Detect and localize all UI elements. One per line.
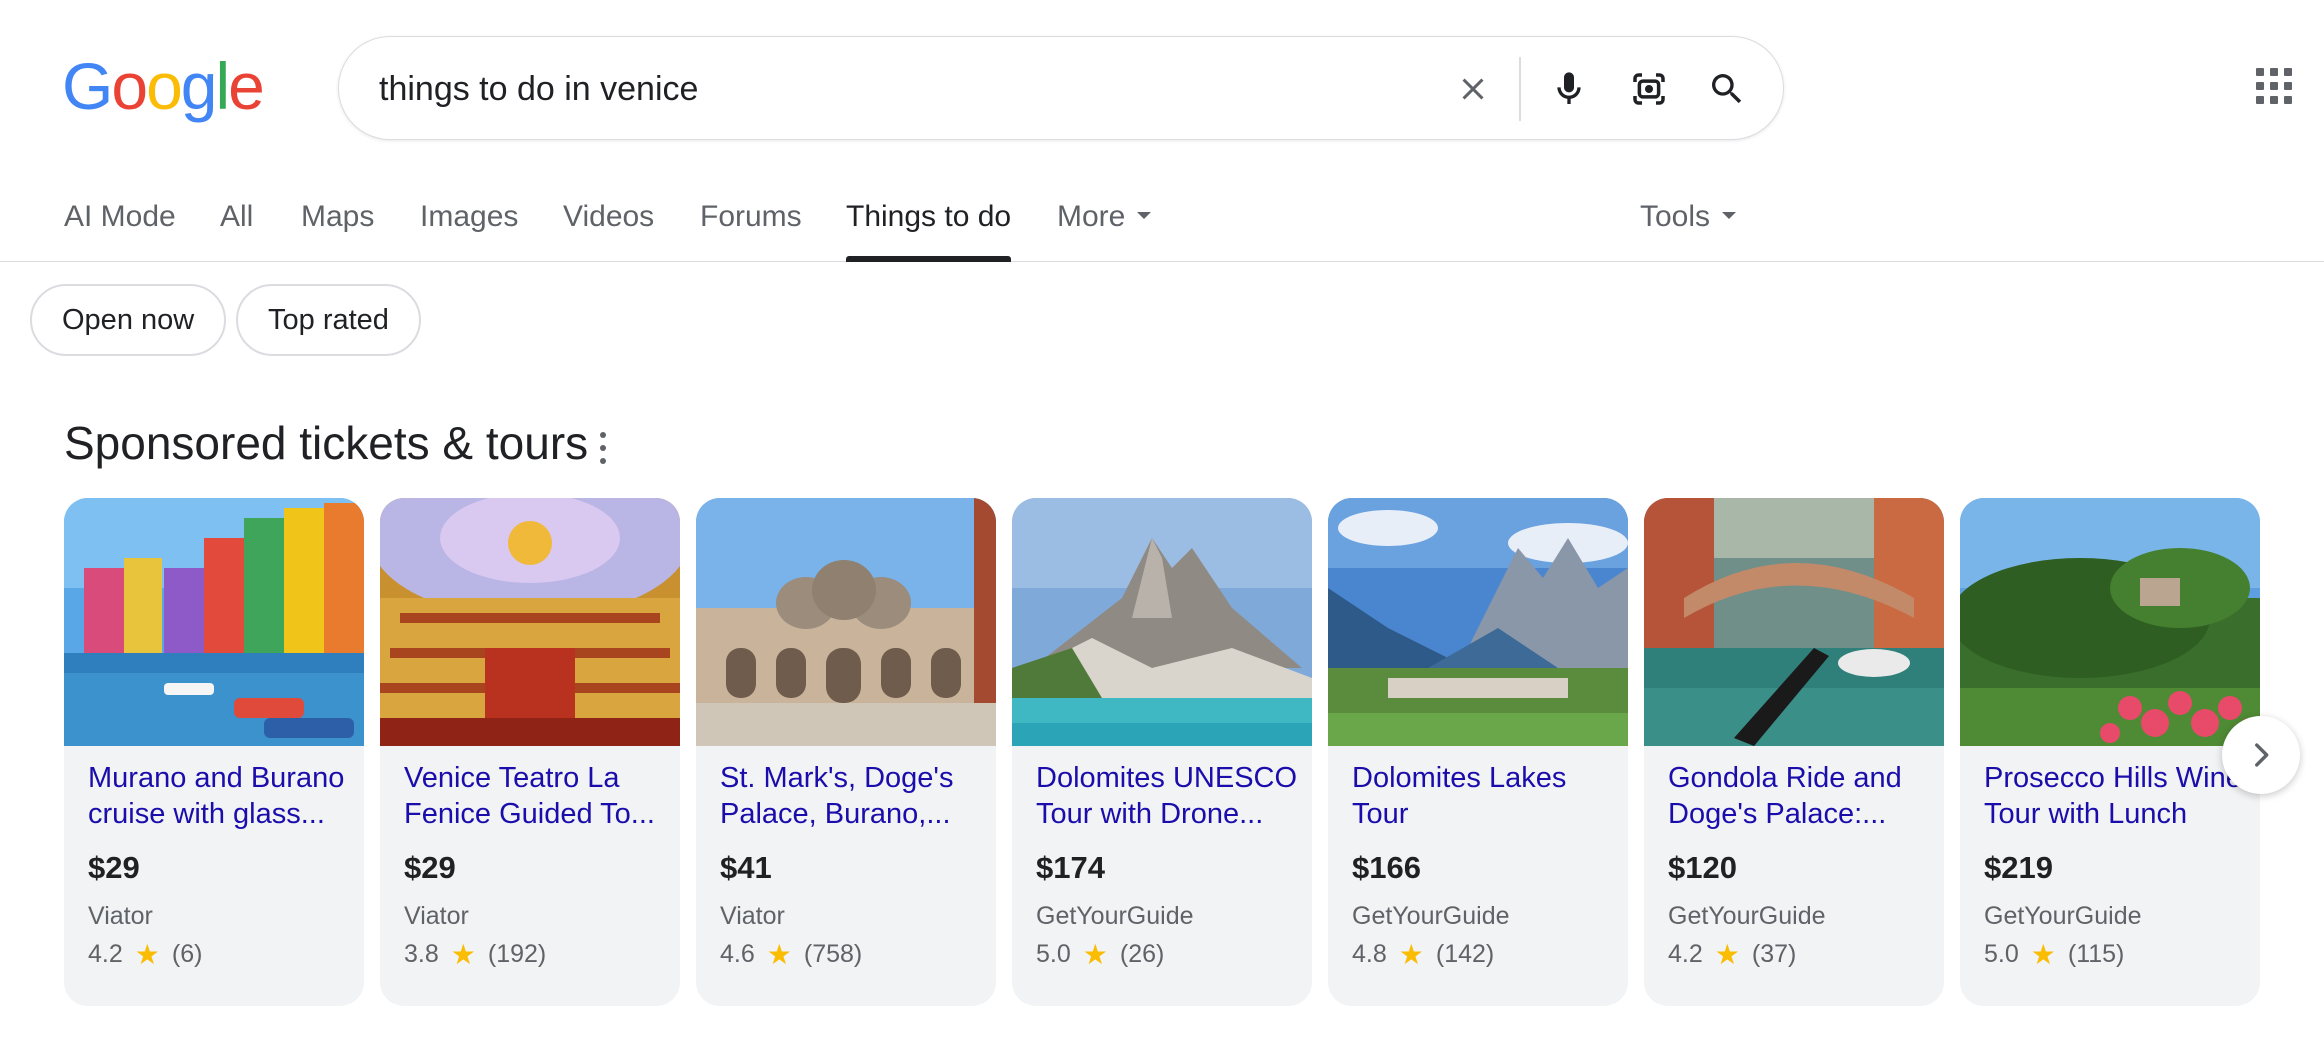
search-icon[interactable] xyxy=(1701,63,1753,115)
rating-value: 4.2 xyxy=(88,940,123,968)
tour-card-title[interactable]: Prosecco Hills Wine Tour with Lunch xyxy=(1984,760,2250,832)
tour-card-image xyxy=(1328,498,1628,746)
tour-card[interactable]: Gondola Ride and Doge's Palace:... $120 … xyxy=(1644,498,1944,1006)
tour-card-image xyxy=(380,498,680,746)
tour-card-title[interactable]: Venice Teatro La Fenice Guided To... xyxy=(404,760,670,832)
tour-card[interactable]: Prosecco Hills Wine Tour with Lunch $219… xyxy=(1960,498,2260,1006)
tab-videos[interactable]: Videos xyxy=(563,198,654,248)
lens-icon[interactable] xyxy=(1623,63,1675,115)
tour-card-source: GetYourGuide xyxy=(1668,902,1826,930)
tour-card[interactable]: Dolomites UNESCO Tour with Drone... $174… xyxy=(1012,498,1312,1006)
review-count: (37) xyxy=(1751,940,1797,968)
chip-open-now[interactable]: Open now xyxy=(30,284,227,356)
tour-card-price: $219 xyxy=(1984,850,2053,885)
logo-letter: e xyxy=(228,49,265,123)
tour-card-title[interactable]: Murano and Burano cruise with glass... xyxy=(88,760,354,832)
review-count: (758) xyxy=(803,940,863,968)
tab-images[interactable]: Images xyxy=(420,198,518,248)
tab-maps[interactable]: Maps xyxy=(301,198,374,248)
tour-card-image xyxy=(1960,498,2260,746)
chevron-right-icon xyxy=(2255,743,2269,767)
search-input[interactable]: things to do in venice xyxy=(379,37,698,141)
caret-down-icon xyxy=(1722,211,1737,219)
rating-value: 3.8 xyxy=(404,940,439,968)
tour-card-rating: 4.2 ★ (37) xyxy=(1668,940,1796,969)
tour-card-price: $41 xyxy=(720,850,772,885)
tour-card-title[interactable]: Dolomites UNESCO Tour with Drone... xyxy=(1036,760,1302,832)
review-count: (6) xyxy=(171,940,203,968)
rating-value: 4.2 xyxy=(1668,940,1703,968)
star-icon: ★ xyxy=(766,938,792,970)
tab-ai-mode[interactable]: AI Mode xyxy=(64,198,176,248)
carousel-next-button[interactable] xyxy=(2222,716,2300,794)
star-icon: ★ xyxy=(1398,938,1424,970)
logo-letter: o xyxy=(146,49,183,123)
tour-card-source: GetYourGuide xyxy=(1984,902,2142,930)
tour-card-title[interactable]: St. Mark's, Doge's Palace, Burano,... xyxy=(720,760,986,832)
tour-card-rating: 4.2 ★ (6) xyxy=(88,940,202,969)
logo-letter: g xyxy=(180,49,218,123)
tour-card-image xyxy=(696,498,996,746)
tour-card-price: $29 xyxy=(88,850,140,885)
tour-card-image xyxy=(1012,498,1312,746)
close-icon[interactable] xyxy=(1447,63,1499,115)
tour-card-image xyxy=(64,498,364,746)
tour-card-title[interactable]: Gondola Ride and Doge's Palace:... xyxy=(1668,760,1934,832)
tools-button[interactable]: Tools xyxy=(1640,198,1737,248)
search-tabs: AI Mode All Maps Images Videos Forums Th… xyxy=(0,180,2324,262)
tour-card-source: Viator xyxy=(404,902,469,930)
star-icon: ★ xyxy=(1714,938,1740,970)
star-icon: ★ xyxy=(1082,938,1108,970)
tour-card-source: Viator xyxy=(720,902,785,930)
tour-card-source: GetYourGuide xyxy=(1036,902,1194,930)
tab-things-to-do[interactable]: Things to do xyxy=(846,198,1012,262)
tour-card-source: GetYourGuide xyxy=(1352,902,1510,930)
tour-card-price: $166 xyxy=(1352,850,1421,885)
tools-label: Tools xyxy=(1640,200,1711,233)
search-divider xyxy=(1519,57,1521,121)
star-icon: ★ xyxy=(450,938,476,970)
google-logo[interactable]: Google xyxy=(62,49,265,123)
review-count: (192) xyxy=(487,940,547,968)
tab-all[interactable]: All xyxy=(220,198,253,248)
tour-card-rating: 3.8 ★ (192) xyxy=(404,940,546,969)
tour-card-image xyxy=(1644,498,1944,746)
tab-more-label: More xyxy=(1057,200,1126,233)
review-count: (142) xyxy=(1435,940,1495,968)
rating-value: 4.8 xyxy=(1352,940,1387,968)
star-icon: ★ xyxy=(134,938,160,970)
tour-card-rating: 5.0 ★ (26) xyxy=(1036,940,1164,969)
logo-letter: G xyxy=(62,49,113,123)
chip-top-rated[interactable]: Top rated xyxy=(236,284,421,356)
tour-card[interactable]: Venice Teatro La Fenice Guided To... $29… xyxy=(380,498,680,1006)
tour-card-source: Viator xyxy=(88,902,153,930)
rating-value: 5.0 xyxy=(1984,940,2019,968)
review-count: (115) xyxy=(2067,940,2125,968)
tab-more[interactable]: More xyxy=(1057,198,1152,248)
logo-letter: o xyxy=(111,49,148,123)
tour-card-title[interactable]: Dolomites Lakes Tour xyxy=(1352,760,1618,832)
more-options-icon[interactable] xyxy=(596,432,610,464)
logo-letter: l xyxy=(215,49,231,123)
tab-forums[interactable]: Forums xyxy=(700,198,802,248)
apps-icon[interactable] xyxy=(2256,68,2292,104)
tour-card[interactable]: Dolomites Lakes Tour $166 GetYourGuide 4… xyxy=(1328,498,1628,1006)
tour-card-price: $174 xyxy=(1036,850,1105,885)
star-icon: ★ xyxy=(2030,938,2056,970)
review-count: (26) xyxy=(1119,940,1165,968)
tours-carousel: Murano and Burano cruise with glass... $… xyxy=(64,498,2260,1008)
caret-down-icon xyxy=(1137,211,1152,219)
tour-card-rating: 5.0 ★ (115) xyxy=(1984,940,2124,969)
tour-card-rating: 4.8 ★ (142) xyxy=(1352,940,1494,969)
microphone-icon[interactable] xyxy=(1543,63,1595,115)
search-box[interactable]: things to do in venice xyxy=(338,36,1784,140)
tour-card-price: $120 xyxy=(1668,850,1737,885)
tour-card[interactable]: Murano and Burano cruise with glass... $… xyxy=(64,498,364,1006)
tour-card-rating: 4.6 ★ (758) xyxy=(720,940,862,969)
rating-value: 5.0 xyxy=(1036,940,1071,968)
tour-card[interactable]: St. Mark's, Doge's Palace, Burano,... $4… xyxy=(696,498,996,1006)
section-title: Sponsored tickets & tours xyxy=(64,417,589,469)
rating-value: 4.6 xyxy=(720,940,755,968)
tour-card-price: $29 xyxy=(404,850,456,885)
